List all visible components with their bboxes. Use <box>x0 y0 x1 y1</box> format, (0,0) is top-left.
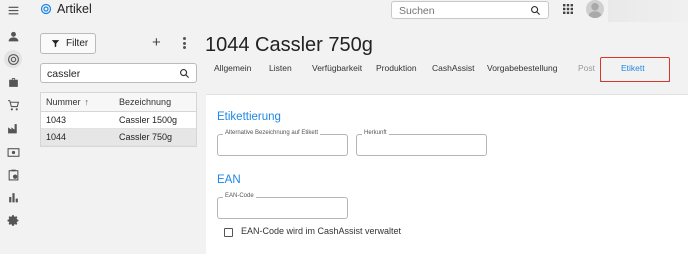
cell-nummer: 1043 <box>46 115 67 125</box>
list-search-input[interactable] <box>47 67 167 80</box>
settings-icon[interactable] <box>6 213 20 227</box>
more-options-icon[interactable] <box>183 37 187 49</box>
cell-bezeichnung: Cassler 1500g <box>119 115 178 125</box>
page-title: 1044 Cassler 750g <box>205 34 373 56</box>
field-label: Alternative Bezeichnung auf Etikett <box>223 130 321 136</box>
global-search[interactable] <box>391 1 549 19</box>
list-search[interactable] <box>40 63 197 83</box>
app-bar: Artikel <box>26 0 688 22</box>
briefcase-icon[interactable] <box>6 75 20 89</box>
user-avatar[interactable] <box>586 0 604 18</box>
tab-verfuegbarkeit[interactable]: Verfügbarkeit <box>312 63 362 73</box>
app-coin-icon <box>40 3 52 15</box>
section-title-ean: EAN <box>217 174 241 186</box>
cart-icon[interactable] <box>6 98 20 112</box>
article-list-panel: Filter + Nummer ↑ Bezeichnung 1043 Cassle… <box>26 22 204 254</box>
global-search-input[interactable] <box>399 4 519 17</box>
etikett-panel: Etikettierung Alternative Bezeichnung au… <box>206 94 688 254</box>
filter-button[interactable]: Filter <box>40 33 96 54</box>
bar-chart-icon[interactable] <box>6 190 20 204</box>
apps-grid-icon[interactable] <box>563 4 573 14</box>
tab-allgemein[interactable]: Allgemein <box>214 63 251 73</box>
ean-code-field[interactable]: EAN-Code <box>217 193 348 219</box>
coin-icon[interactable] <box>4 50 22 68</box>
field-label: EAN-Code <box>223 193 256 199</box>
tab-produktion[interactable]: Produktion <box>376 63 417 73</box>
cell-bezeichnung: Cassler 750g <box>119 132 173 142</box>
table-row[interactable]: 1043 Cassler 1500g <box>41 112 196 129</box>
column-header-label: Nummer <box>46 97 81 107</box>
nav-rail <box>0 0 26 254</box>
tab-vorgabebestellung[interactable]: Vorgabebestellung <box>487 63 557 73</box>
section-title-etikettierung: Etikettierung <box>217 111 281 123</box>
cash-icon[interactable] <box>6 145 20 159</box>
cell-nummer: 1044 <box>46 132 67 142</box>
column-header-bezeichnung[interactable]: Bezeichnung <box>119 97 196 107</box>
search-icon[interactable] <box>530 5 541 16</box>
column-header-nummer[interactable]: Nummer ↑ <box>41 97 119 107</box>
article-detail: 1044 Cassler 750g Allgemein Listen Verfü… <box>204 22 688 254</box>
person-icon[interactable] <box>6 29 20 43</box>
tab-listen[interactable]: Listen <box>269 63 292 73</box>
sort-ascending-icon[interactable]: ↑ <box>85 97 90 107</box>
menu-icon[interactable] <box>6 3 20 17</box>
table-row-selected[interactable]: 1044 Cassler 750g <box>41 129 196 146</box>
tab-post[interactable]: Post <box>578 63 595 73</box>
herkunft-field[interactable]: Herkunft <box>356 130 487 156</box>
alt-name-field[interactable]: Alternative Bezeichnung auf Etikett <box>217 130 348 156</box>
add-button[interactable]: + <box>152 35 161 50</box>
clipboard-icon[interactable] <box>6 167 20 181</box>
ean-cashassist-label[interactable]: EAN-Code wird im CashAssist verwaltet <box>241 226 401 236</box>
table-header: Nummer ↑ Bezeichnung <box>41 93 196 112</box>
filter-icon <box>51 40 60 48</box>
search-icon[interactable] <box>179 68 190 79</box>
filter-label: Filter <box>66 38 89 49</box>
article-table: Nummer ↑ Bezeichnung 1043 Cassler 1500g 1… <box>40 92 197 147</box>
tab-cashassist[interactable]: CashAssist <box>432 63 475 73</box>
factory-icon[interactable] <box>6 121 20 135</box>
tab-bar: Allgemein Listen Verfügbarkeit Produktio… <box>204 57 688 82</box>
field-label: Herkunft <box>362 130 389 136</box>
tab-etikett[interactable]: Etikett <box>621 63 645 73</box>
ean-cashassist-checkbox[interactable] <box>224 228 233 237</box>
app-title: Artikel <box>57 2 92 16</box>
user-info-redacted <box>608 0 688 22</box>
